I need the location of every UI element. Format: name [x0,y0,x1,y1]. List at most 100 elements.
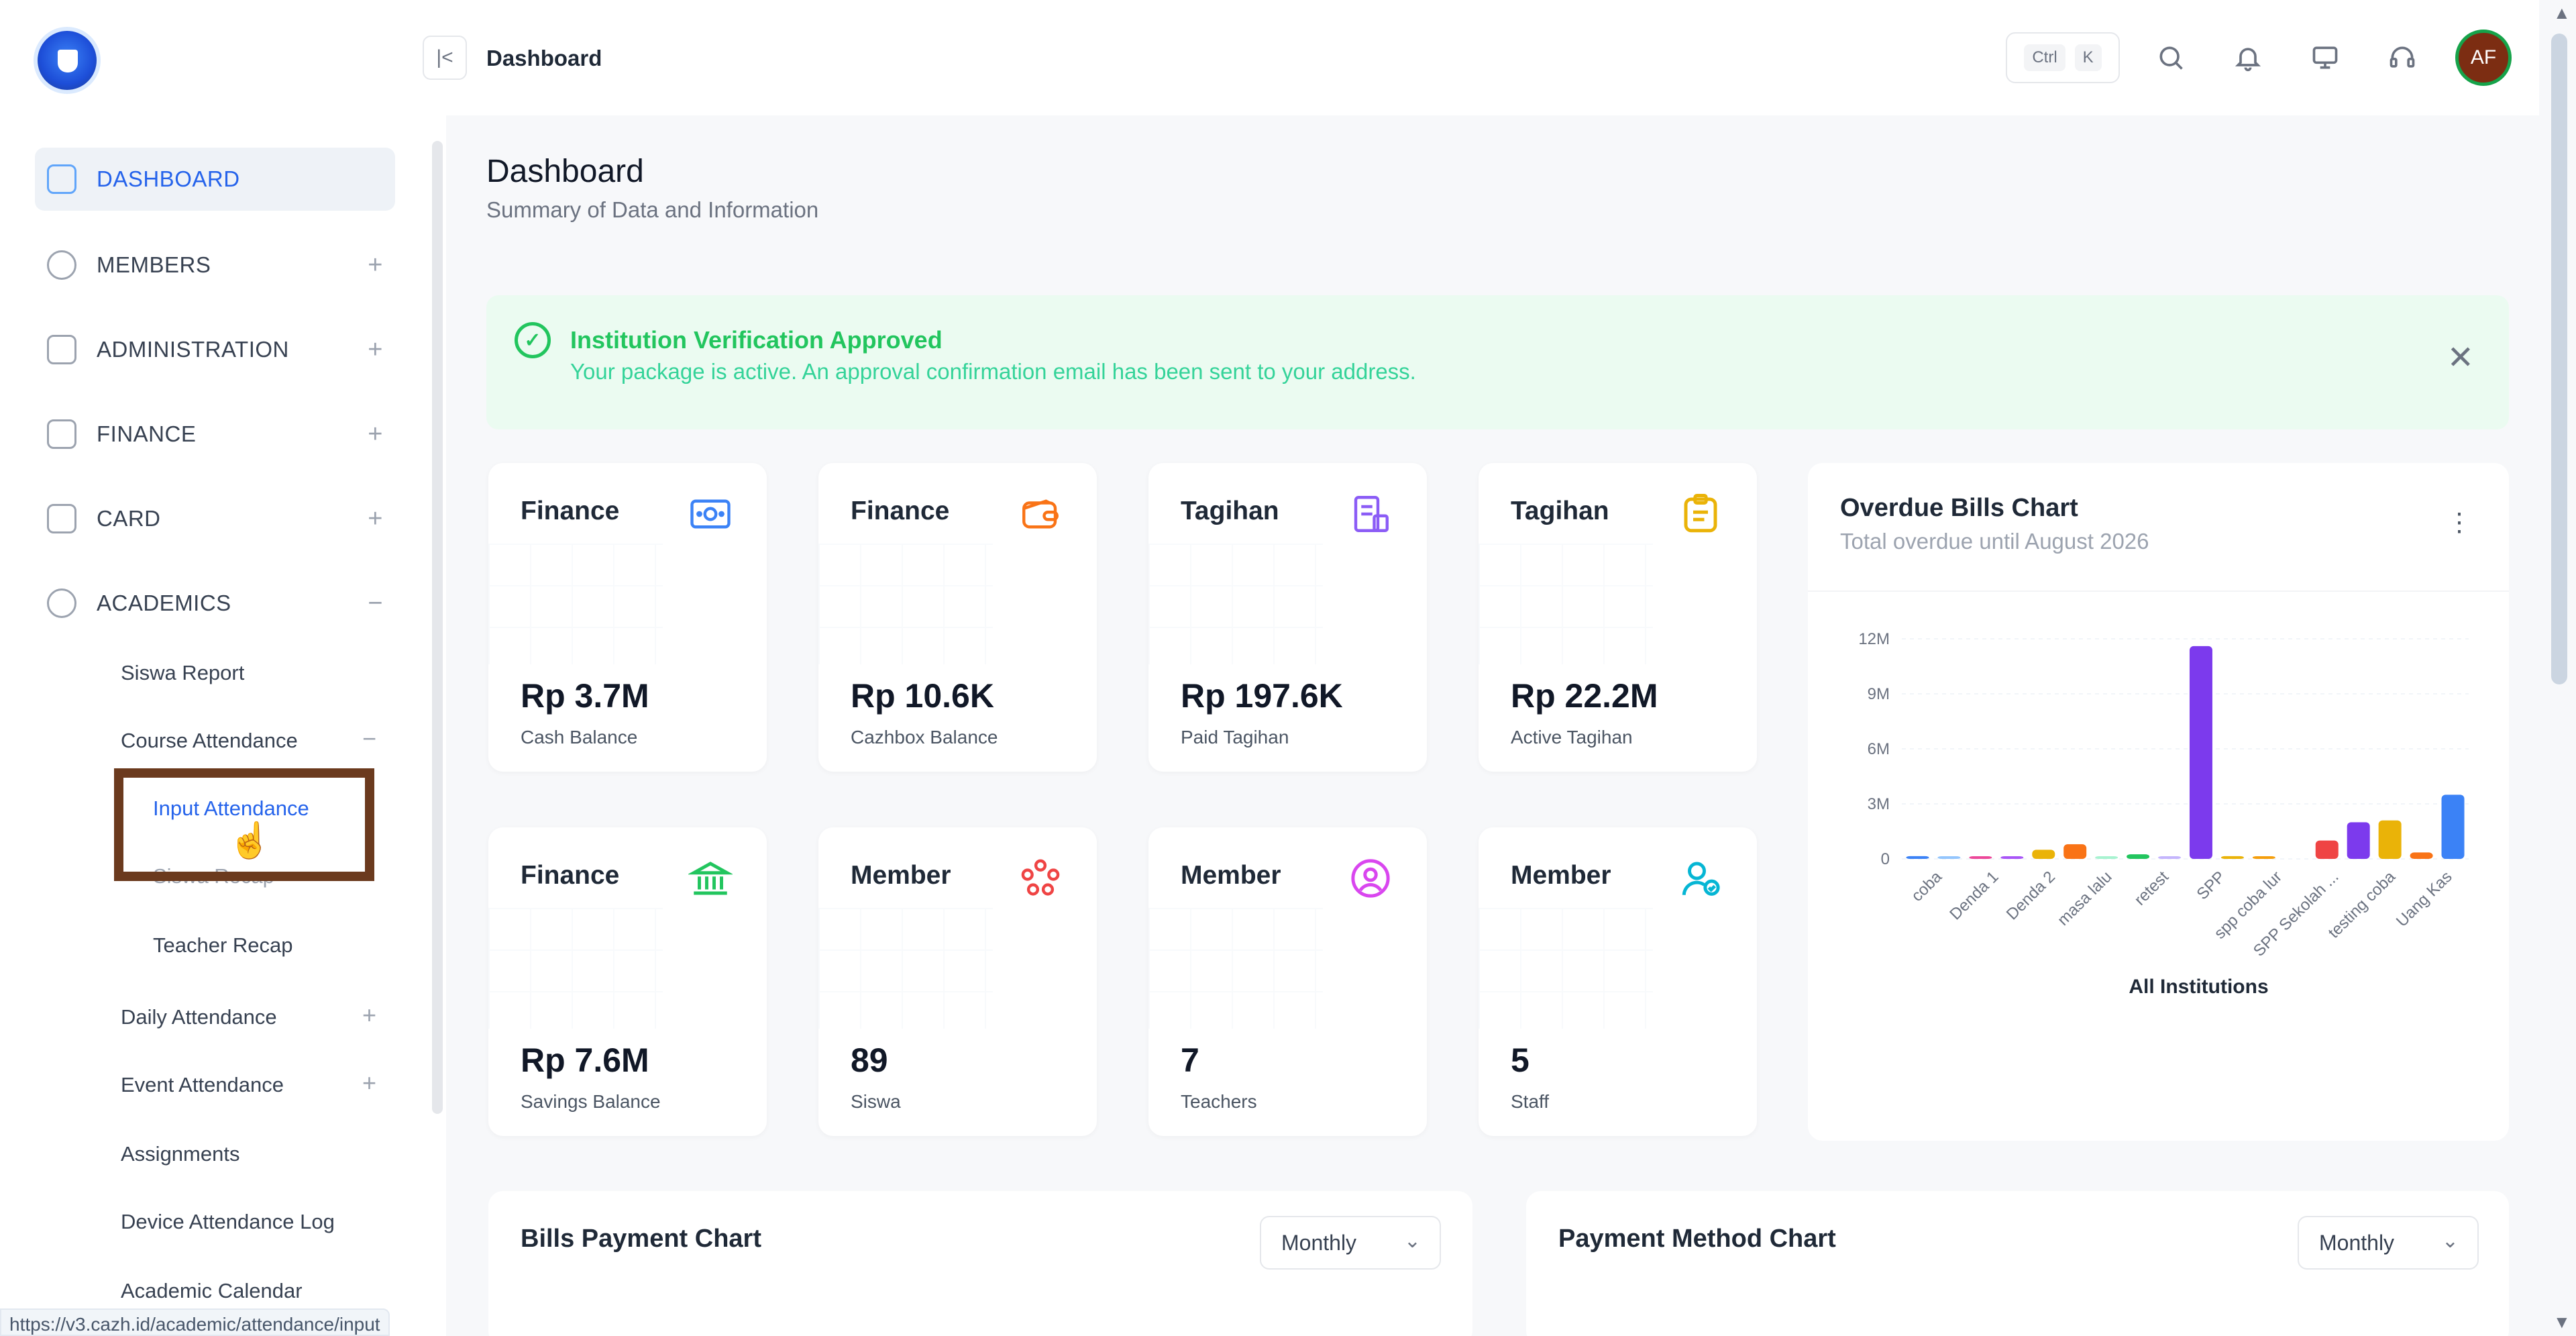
stat-card-active-tagihan[interactable]: Tagihan Rp 22.2M Active Tagihan [1479,463,1757,772]
close-icon[interactable]: ✕ [2447,339,2474,376]
card-value: Rp 3.7M [521,677,649,715]
select-value: Monthly [1281,1230,1357,1255]
card-value: 89 [851,1041,888,1079]
x-axis-label: All Institutions [2129,976,2268,998]
sidebar-item-academics[interactable]: ACADEMICS − [35,572,395,635]
clipboard-icon [1676,490,1725,538]
chevron-down-icon: ⌄ [2441,1230,2459,1252]
sidebar-collapse-button[interactable]: |< [423,36,467,80]
period-select[interactable]: Monthly ⌄ [2298,1216,2479,1270]
card-value: 5 [1511,1041,1529,1079]
card-caption: Savings Balance [521,1091,661,1112]
headset-icon[interactable] [2385,40,2420,75]
user-circle-icon [1346,854,1395,903]
top-header [446,0,2539,115]
stat-card-teachers[interactable]: Member 7 Teachers [1148,827,1427,1136]
sidebar-item-teacher-recap[interactable]: Teacher Recap [153,933,293,958]
sidebar-item-members[interactable]: MEMBERS + [35,234,395,297]
sidebar-item-daily-attendance[interactable]: Daily Attendance [121,1005,277,1029]
collapse-icon[interactable]: − [362,725,376,753]
stat-card-savings-balance[interactable]: Finance Rp 7.6M Savings Balance [488,827,767,1136]
chart-bar [2063,844,2087,859]
chart-bar [2378,820,2402,859]
card-pattern [818,908,993,1029]
period-select[interactable]: Monthly ⌄ [1260,1216,1441,1270]
chart-bar [2441,794,2465,859]
page-scrollbar[interactable] [2551,34,2567,684]
card-label: Finance [521,861,620,890]
sidebar-item-card[interactable]: CARD + [35,487,395,550]
card-pattern [1148,544,1323,664]
y-tick-label: 3M [1868,795,1890,813]
wallet-icon [1016,490,1065,538]
more-vertical-icon[interactable]: ⋮ [2447,507,2472,537]
card-caption: Cazhbox Balance [851,727,998,748]
sidebar: DASHBOARD MEMBERS + ADMINISTRATION + FIN… [0,0,446,1336]
card-label: Member [1511,861,1611,890]
users-icon [47,250,76,280]
bell-icon[interactable] [2231,40,2265,75]
sidebar-item-device-attendance-log[interactable]: Device Attendance Log [121,1210,335,1234]
chart-subtitle: Total overdue until August 2026 [1840,529,2149,554]
card-pattern [488,544,663,664]
sidebar-item-assignments[interactable]: Assignments [121,1142,239,1166]
academics-icon [47,588,76,618]
x-tick-label: masa lalu [2054,868,2116,929]
chart-bar [1906,856,1929,859]
card-pattern [488,908,663,1029]
stat-card-paid-tagihan[interactable]: Tagihan Rp 197.6K Paid Tagihan [1148,463,1427,772]
sidebar-item-label: DASHBOARD [97,166,240,191]
stat-card-siswa[interactable]: Member 89 Siswa [818,827,1097,1136]
sidebar-item-dashboard[interactable]: DASHBOARD [35,148,395,211]
chart-bar [2315,840,2339,859]
card-caption: Paid Tagihan [1181,727,1289,748]
chart-bar [2347,822,2370,859]
alert-title: Institution Verification Approved [570,326,943,354]
card-caption: Staff [1511,1091,1550,1112]
card-caption: Teachers [1181,1091,1257,1112]
sidebar-item-administration[interactable]: ADMINISTRATION + [35,318,395,381]
user-avatar[interactable]: AF [2455,30,2512,86]
sidebar-item-course-attendance[interactable]: Course Attendance [121,729,298,753]
chart-bar [2032,850,2055,859]
y-tick-label: 12M [1858,630,1890,648]
kbd-k: K [2074,44,2102,71]
monitor-icon[interactable] [2308,40,2343,75]
x-tick-label: retest [2131,868,2173,909]
card-caption: Cash Balance [521,727,638,748]
chart-bar [2158,856,2182,859]
expand-icon[interactable]: + [362,1069,376,1097]
expand-icon[interactable]: + [362,1001,376,1029]
sidebar-item-siswa-report[interactable]: Siswa Report [121,661,244,685]
stat-card-staff[interactable]: Member 5 Staff [1479,827,1757,1136]
sidebar-item-finance[interactable]: FINANCE + [35,403,395,466]
stat-card-cash-balance[interactable]: Finance Rp 3.7M Cash Balance [488,463,767,772]
invoice-icon [1346,490,1395,538]
group-icon [1016,854,1065,903]
sidebar-scrollbar[interactable] [432,141,443,1114]
command-search-shortcut[interactable]: Ctrl K [2006,32,2120,83]
card-label: Member [851,861,951,890]
card-label: Member [1181,861,1281,890]
card-value: Rp 197.6K [1181,677,1343,715]
sidebar-item-label: MEMBERS [97,252,211,277]
card-caption: Siswa [851,1091,901,1112]
sidebar-item-event-attendance[interactable]: Event Attendance [121,1073,284,1097]
sidebar-item-label: FINANCE [97,421,197,446]
search-icon[interactable] [2153,40,2188,75]
expand-icon: + [368,335,383,364]
institution-logo[interactable] [34,27,101,94]
scroll-up-icon[interactable]: ▲ [2553,3,2571,23]
card-pattern [1479,544,1653,664]
card-pattern [818,544,993,664]
chart-bar [1937,856,1961,859]
hand-cursor-icon: ☝ [228,821,272,860]
kbd-ctrl: Ctrl [2024,44,2065,71]
card-label: Tagihan [1181,497,1279,525]
scroll-down-icon[interactable]: ▼ [2553,1312,2571,1333]
sidebar-item-academic-calendar[interactable]: Academic Calendar [121,1279,303,1303]
card-label: Finance [851,497,950,525]
sidebar-item-label: ACADEMICS [97,590,231,615]
chevron-down-icon: ⌄ [1403,1230,1421,1252]
stat-card-cazhbox-balance[interactable]: Finance Rp 10.6K Cazhbox Balance [818,463,1097,772]
